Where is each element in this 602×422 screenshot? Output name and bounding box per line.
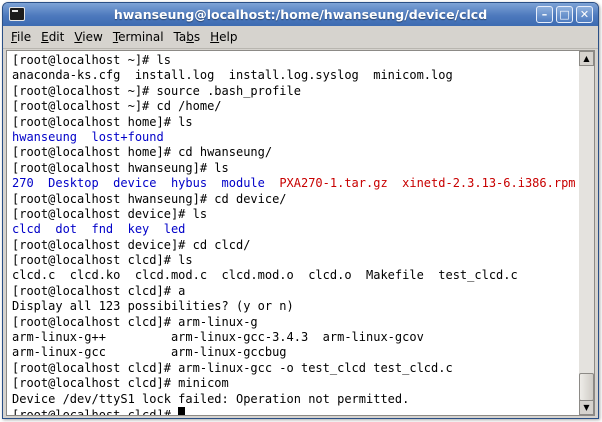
terminal-text: [root@localhost clcd]# arm-linux-g (12, 314, 258, 329)
terminal-line: [root@localhost ~]# ls (12, 53, 579, 68)
terminal-line: [root@localhost hwanseung]# ls (12, 161, 579, 176)
terminal-line: [root@localhost ~]# source .bash_profile (12, 84, 579, 99)
terminal-line: Display all 123 possibilities? (y or n) (12, 299, 579, 314)
terminal-text: clcd.c clcd.ko clcd.mod.c clcd.mod.o clc… (12, 268, 518, 283)
terminal-text: [root@localhost hwanseung]# cd device/ (12, 191, 287, 206)
terminal-line: [root@localhost hwanseung]# cd device/ (12, 192, 579, 207)
terminal-text: [root@localhost clcd]# a (12, 283, 186, 298)
terminal-text: anaconda-ks.cfg install.log install.log.… (12, 68, 453, 83)
menu-view[interactable]: View (69, 27, 107, 47)
terminal-text: [root@localhost hwanseung]# ls (12, 160, 229, 175)
scroll-up-button[interactable]: ▲ (579, 51, 594, 66)
vertical-scrollbar[interactable]: ▲ ▼ (579, 50, 595, 416)
terminal-line: anaconda-ks.cfg install.log install.log.… (12, 68, 579, 83)
terminal-text: [root@localhost clcd]# arm-linux-gcc -o … (12, 360, 453, 375)
menu-file[interactable]: File (6, 27, 36, 47)
terminal-text: [root@localhost home]# ls (12, 114, 193, 129)
terminal-line: [root@localhost device]# ls (12, 207, 579, 222)
terminal-line: hwanseung lost+found (12, 130, 579, 145)
menu-edit[interactable]: Edit (36, 27, 69, 47)
terminal-line: arm-linux-gcc arm-linux-gccbug (12, 345, 579, 360)
scroll-thumb[interactable] (579, 373, 594, 401)
terminal-text: [root@localhost ~]# source .bash_profile (12, 83, 301, 98)
terminal-line: [root@localhost clcd]# (12, 406, 579, 416)
terminal-text: [root@localhost clcd]# ls (12, 253, 193, 268)
terminal-line: [root@localhost clcd]# ls (12, 253, 579, 268)
terminal-text: hwanseung lost+found (12, 129, 164, 144)
terminal-window: hwanseung@localhost:/home/hwanseung/devi… (2, 2, 599, 419)
menu-help[interactable]: Help (205, 27, 242, 47)
terminal-line: 270 Desktop device hybus module PXA270-1… (12, 176, 579, 191)
terminal-text: [root@localhost clcd]# (12, 407, 179, 416)
terminal-line: [root@localhost ~]# cd /home/ (12, 99, 579, 114)
terminal-text: 270 Desktop device hybus module (12, 176, 280, 191)
terminal-text: [root@localhost home]# cd hwanseung/ (12, 145, 273, 160)
terminal-line: [root@localhost device]# cd clcd/ (12, 238, 579, 253)
terminal-text: arm-linux-g++ arm-linux-gcc-3.4.3 arm-li… (12, 330, 424, 345)
menu-tabs[interactable]: Tabs (169, 27, 206, 47)
terminal-line: [root@localhost clcd]# minicom (12, 376, 579, 391)
terminal-line: [root@localhost home]# ls (12, 115, 579, 130)
terminal-text: [root@localhost ~]# ls (12, 53, 171, 67)
terminal-line: Device /dev/ttyS1 lock failed: Operation… (12, 392, 579, 407)
terminal-text: [root@localhost clcd]# minicom (12, 376, 229, 391)
terminal-line: clcd dot fnd key led (12, 222, 579, 237)
terminal-line: arm-linux-g++ arm-linux-gcc-3.4.3 arm-li… (12, 330, 579, 345)
terminal-text: Device /dev/ttyS1 lock failed: Operation… (12, 391, 410, 406)
terminal-text: [root@localhost ~]# cd /home/ (12, 99, 222, 114)
terminal-text: arm-linux-gcc arm-linux-gccbug (12, 345, 287, 360)
terminal-output[interactable]: [root@localhost ~]# ls anaconda-ks.cfg in… (6, 50, 580, 416)
terminal-text: [root@localhost device]# cd clcd/ (12, 237, 251, 252)
text-cursor (178, 406, 186, 415)
title-bar[interactable]: hwanseung@localhost:/home/hwanseung/devi… (3, 3, 598, 26)
close-button[interactable]: ✕ (576, 6, 593, 23)
window-title: hwanseung@localhost:/home/hwanseung/devi… (113, 7, 488, 22)
menu-terminal[interactable]: Terminal (108, 27, 169, 47)
terminal-line: [root@localhost clcd]# arm-linux-gcc -o … (12, 361, 579, 376)
maximize-button[interactable]: □ (556, 6, 573, 23)
terminal-line: [root@localhost home]# cd hwanseung/ (12, 145, 579, 160)
scroll-down-button[interactable]: ▼ (579, 400, 594, 415)
menu-bar: File Edit View Terminal Tabs Help (3, 26, 598, 49)
terminal-text: Display all 123 possibilities? (y or n) (12, 299, 294, 314)
minimize-button[interactable]: – (536, 6, 553, 23)
terminal-text: clcd dot fnd key led (12, 222, 186, 237)
terminal-text: [root@localhost device]# ls (12, 206, 208, 221)
terminal-text: PXA270-1.tar.gz xinetd-2.3.13-6.i386.rpm (279, 176, 576, 191)
terminal-line: [root@localhost clcd]# arm-linux-g (12, 315, 579, 330)
terminal-line: [root@localhost clcd]# a (12, 284, 579, 299)
terminal-line: clcd.c clcd.ko clcd.mod.c clcd.mod.o clc… (12, 268, 579, 283)
